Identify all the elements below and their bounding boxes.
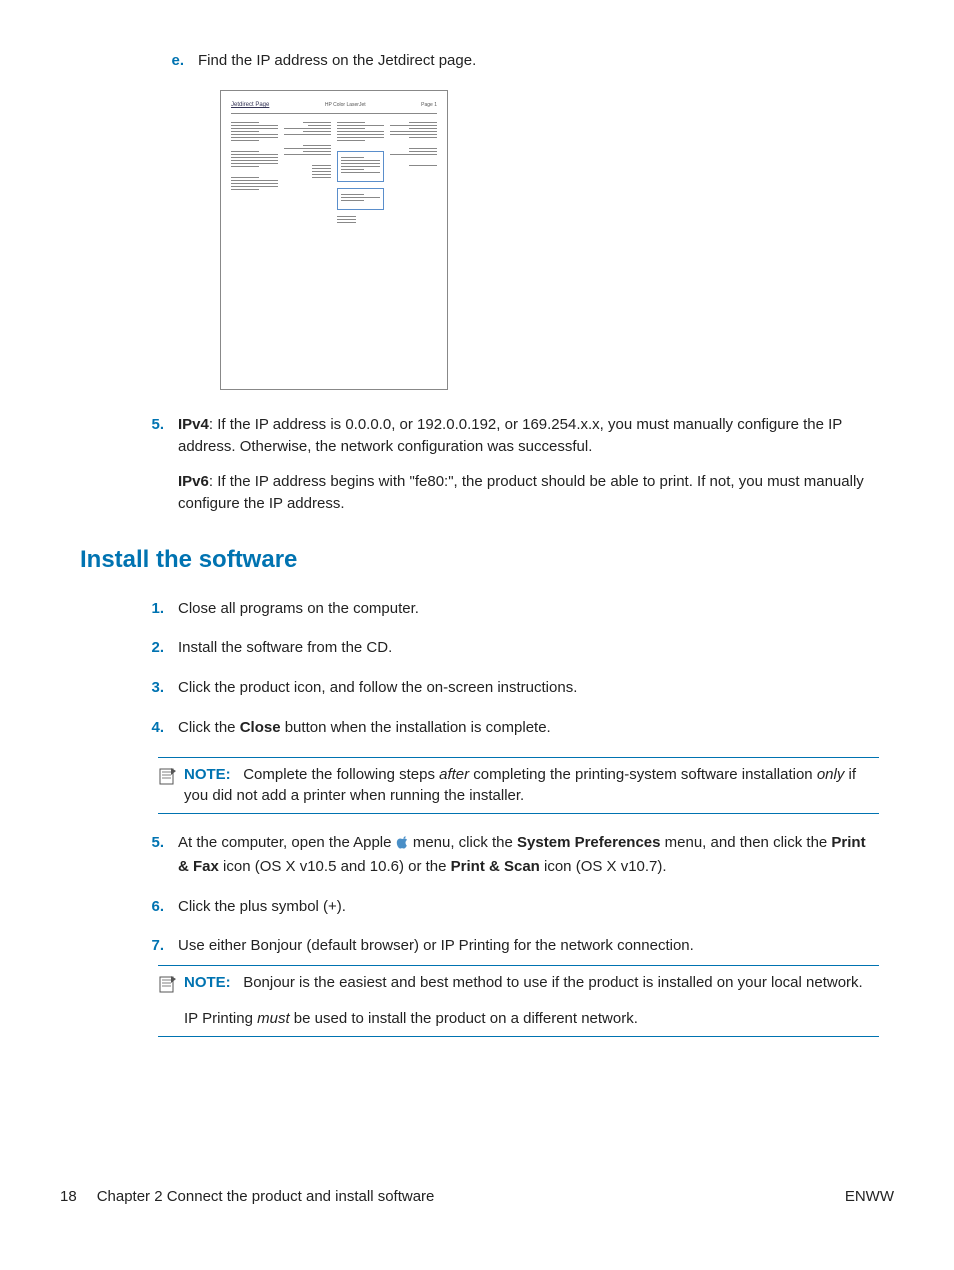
jetdirect-model: HP Color LaserJet (325, 102, 366, 109)
step-marker: 5. (144, 414, 178, 515)
install-step-5: 5. At the computer, open the Apple menu,… (144, 832, 879, 878)
step-marker: 4. (144, 717, 178, 739)
substep-text: Find the IP address on the Jetdirect pag… (198, 50, 879, 72)
page-content: e. Find the IP address on the Jetdirect … (60, 50, 894, 1037)
step-text: Install the software from the CD. (178, 637, 879, 659)
substep-e: e. Find the IP address on the Jetdirect … (80, 50, 879, 72)
jetdirect-page-figure: Jetdirect Page HP Color LaserJet Page 1 (220, 90, 448, 390)
step-text: Click the product icon, and follow the o… (178, 677, 879, 699)
step-text: Use either Bonjour (default browser) or … (178, 935, 879, 957)
step-text: At the computer, open the Apple menu, cl… (178, 832, 879, 878)
install-step-7: 7. Use either Bonjour (default browser) … (144, 935, 879, 957)
step-5: 5. IPv4: If the IP address is 0.0.0.0, o… (144, 414, 879, 515)
step-marker: 5. (144, 832, 178, 878)
install-step-4: 4. Click the Close button when the insta… (144, 717, 879, 739)
footer-lang: ENWW (845, 1186, 894, 1208)
substep-marker: e. (80, 50, 198, 72)
section-heading-install: Install the software (80, 543, 879, 578)
step-text: Click the plus symbol (+). (178, 896, 879, 918)
jetdirect-title: Jetdirect Page (231, 101, 269, 110)
step-marker: 6. (144, 896, 178, 918)
install-step-1: 1. Close all programs on the computer. (144, 598, 879, 620)
ipv4-label: IPv4 (178, 416, 209, 433)
note-text: NOTE: Complete the following steps after… (184, 764, 879, 808)
install-step-2: 2. Install the software from the CD. (144, 637, 879, 659)
step-text: Close all programs on the computer. (178, 598, 879, 620)
ipv4-text: : If the IP address is 0.0.0.0, or 192.0… (178, 416, 842, 455)
step-marker: 1. (144, 598, 178, 620)
install-step-6: 6. Click the plus symbol (+). (144, 896, 879, 918)
step-marker: 3. (144, 677, 178, 699)
note-box-2: NOTE: Bonjour is the easiest and best me… (158, 965, 879, 1037)
note-icon (158, 974, 182, 1030)
apple-icon (396, 834, 409, 856)
jetdirect-pagenum: Page 1 (421, 102, 437, 109)
footer-chapter: Chapter 2 Connect the product and instal… (97, 1186, 435, 1208)
note-icon (158, 766, 182, 808)
ipv6-label: IPv6 (178, 473, 209, 490)
install-step-3: 3. Click the product icon, and follow th… (144, 677, 879, 699)
note-box-1: NOTE: Complete the following steps after… (158, 757, 879, 815)
page-footer: 18 Chapter 2 Connect the product and ins… (60, 1186, 894, 1208)
note-text: NOTE: Bonjour is the easiest and best me… (184, 972, 879, 1030)
step-text: Click the Close button when the installa… (178, 717, 879, 739)
footer-page-number: 18 (60, 1186, 77, 1208)
step-marker: 7. (144, 935, 178, 957)
step-marker: 2. (144, 637, 178, 659)
step-body: IPv4: If the IP address is 0.0.0.0, or 1… (178, 414, 879, 515)
ipv6-text: : If the IP address begins with "fe80:",… (178, 473, 864, 512)
